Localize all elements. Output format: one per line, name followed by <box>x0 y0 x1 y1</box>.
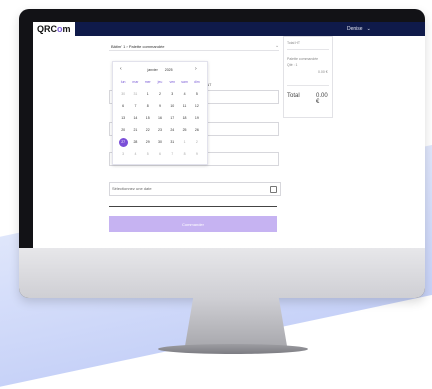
calendar-day[interactable]: 1 <box>142 90 154 99</box>
calendar-day[interactable]: 6 <box>154 150 166 159</box>
calendar-day[interactable]: 8 <box>178 150 190 159</box>
calendar-day[interactable]: 18 <box>178 114 190 123</box>
divider <box>287 85 329 86</box>
summary-item-value: 0.00 € <box>318 70 328 74</box>
total-label: Total <box>287 93 300 99</box>
calendar-day[interactable]: 3 <box>117 150 129 159</box>
calendar-day[interactable]: 7 <box>166 150 178 159</box>
calendar-day[interactable]: 6 <box>117 102 129 111</box>
weekday-label: mar <box>132 80 139 84</box>
weekday-label: jeu <box>157 80 163 84</box>
chevron-down-icon: ⌄ <box>366 26 371 32</box>
calendar-day[interactable]: 27 <box>118 138 128 147</box>
calendar-day[interactable]: 31 <box>166 138 178 147</box>
calendar-day[interactable]: 4 <box>129 150 141 159</box>
weekday-label: sam <box>181 80 188 84</box>
calendar-day[interactable]: 5 <box>142 150 154 159</box>
calendar-day[interactable]: 21 <box>129 126 141 135</box>
calendar-day[interactable]: 24 <box>166 126 178 135</box>
summary-item-label: Qté : 1 <box>287 63 298 67</box>
calendar-day[interactable]: 4 <box>178 90 190 99</box>
user-name: Denise <box>347 26 363 32</box>
calendar-day[interactable]: 15 <box>142 114 154 123</box>
order-button[interactable]: Commander <box>109 216 277 232</box>
top-navbar: QRCom Denise ⌄ <box>33 22 425 36</box>
calendar-day[interactable]: 7 <box>129 102 141 111</box>
divider <box>109 206 277 207</box>
app-logo[interactable]: QRCom <box>33 22 75 36</box>
calendar-day[interactable]: 9 <box>154 102 166 111</box>
calendar-day[interactable]: 23 <box>154 126 166 135</box>
calendar-header: janvier 2025 <box>113 66 207 74</box>
breadcrumb: Bâtim' 1 › Palette commandée <box>111 44 165 49</box>
order-summary: Total HT Palette commandée Qté : 1 0.00 … <box>283 36 333 118</box>
calendar-day[interactable]: 2 <box>191 138 203 147</box>
calendar-day[interactable]: 19 <box>191 114 203 123</box>
monitor-stand-base <box>158 344 308 354</box>
weekday-label: lun <box>120 80 126 84</box>
divider <box>287 49 329 50</box>
screen: QRCom Denise ⌄ Bâtim' 1 › Palette command… <box>33 22 425 248</box>
date-placeholder: Sélectionnez une date <box>112 186 152 191</box>
calendar-day[interactable]: 1 <box>178 138 190 147</box>
calendar-day[interactable]: 31 <box>129 90 141 99</box>
total-value: 0.00 € <box>316 93 328 105</box>
calendar-day[interactable]: 28 <box>129 138 141 147</box>
calendar-day[interactable]: 16 <box>154 114 166 123</box>
weekday-label: dim <box>194 80 200 84</box>
calendar-day[interactable]: 20 <box>117 126 129 135</box>
month-select[interactable]: janvier <box>147 68 157 72</box>
calendar-day[interactable]: 30 <box>154 138 166 147</box>
monitor-chin <box>19 248 425 298</box>
weekday-label: mer <box>144 80 151 84</box>
divider <box>109 50 279 51</box>
calendar-day[interactable]: 13 <box>117 114 129 123</box>
calendar-day[interactable]: 26 <box>191 126 203 135</box>
calendar-day[interactable]: 22 <box>142 126 154 135</box>
calendar-day[interactable]: 30 <box>117 90 129 99</box>
user-menu[interactable]: Denise ⌄ <box>347 22 371 36</box>
calendar-day[interactable]: 25 <box>178 126 190 135</box>
calendar-day[interactable]: 2 <box>154 90 166 99</box>
calendar-day[interactable]: 10 <box>166 102 178 111</box>
calendar-day[interactable]: 9 <box>191 150 203 159</box>
calendar-day[interactable]: 8 <box>142 102 154 111</box>
calendar-day[interactable]: 5 <box>191 90 203 99</box>
calendar-day[interactable]: 29 <box>142 138 154 147</box>
next-month-icon[interactable]: › <box>195 66 197 72</box>
calendar-day[interactable]: 11 <box>178 102 190 111</box>
summary-heading: Total HT <box>287 41 301 45</box>
date-input[interactable]: Sélectionnez une date <box>109 182 281 196</box>
calendar-grid: lun mar mer jeu ven sam dim 30 31 1 2 3 4 5 6 7 8 9 10 11 12… <box>117 78 203 159</box>
summary-section-label: Palette commandée <box>287 57 319 61</box>
chevron-down-icon[interactable]: ⌄ <box>275 43 279 49</box>
monitor-stand <box>185 298 287 346</box>
weekday-label: ven <box>169 80 176 84</box>
calendar-day[interactable]: 17 <box>166 114 178 123</box>
calendar-day[interactable]: 3 <box>166 90 178 99</box>
calendar-day[interactable]: 14 <box>129 114 141 123</box>
calendar-day[interactable]: 12 <box>191 102 203 111</box>
calendar-icon[interactable] <box>270 186 277 193</box>
date-picker: ‹ janvier 2025 › lun mar mer jeu ven sam dim 30… <box>112 61 208 165</box>
year-select[interactable]: 2025 <box>165 68 173 72</box>
